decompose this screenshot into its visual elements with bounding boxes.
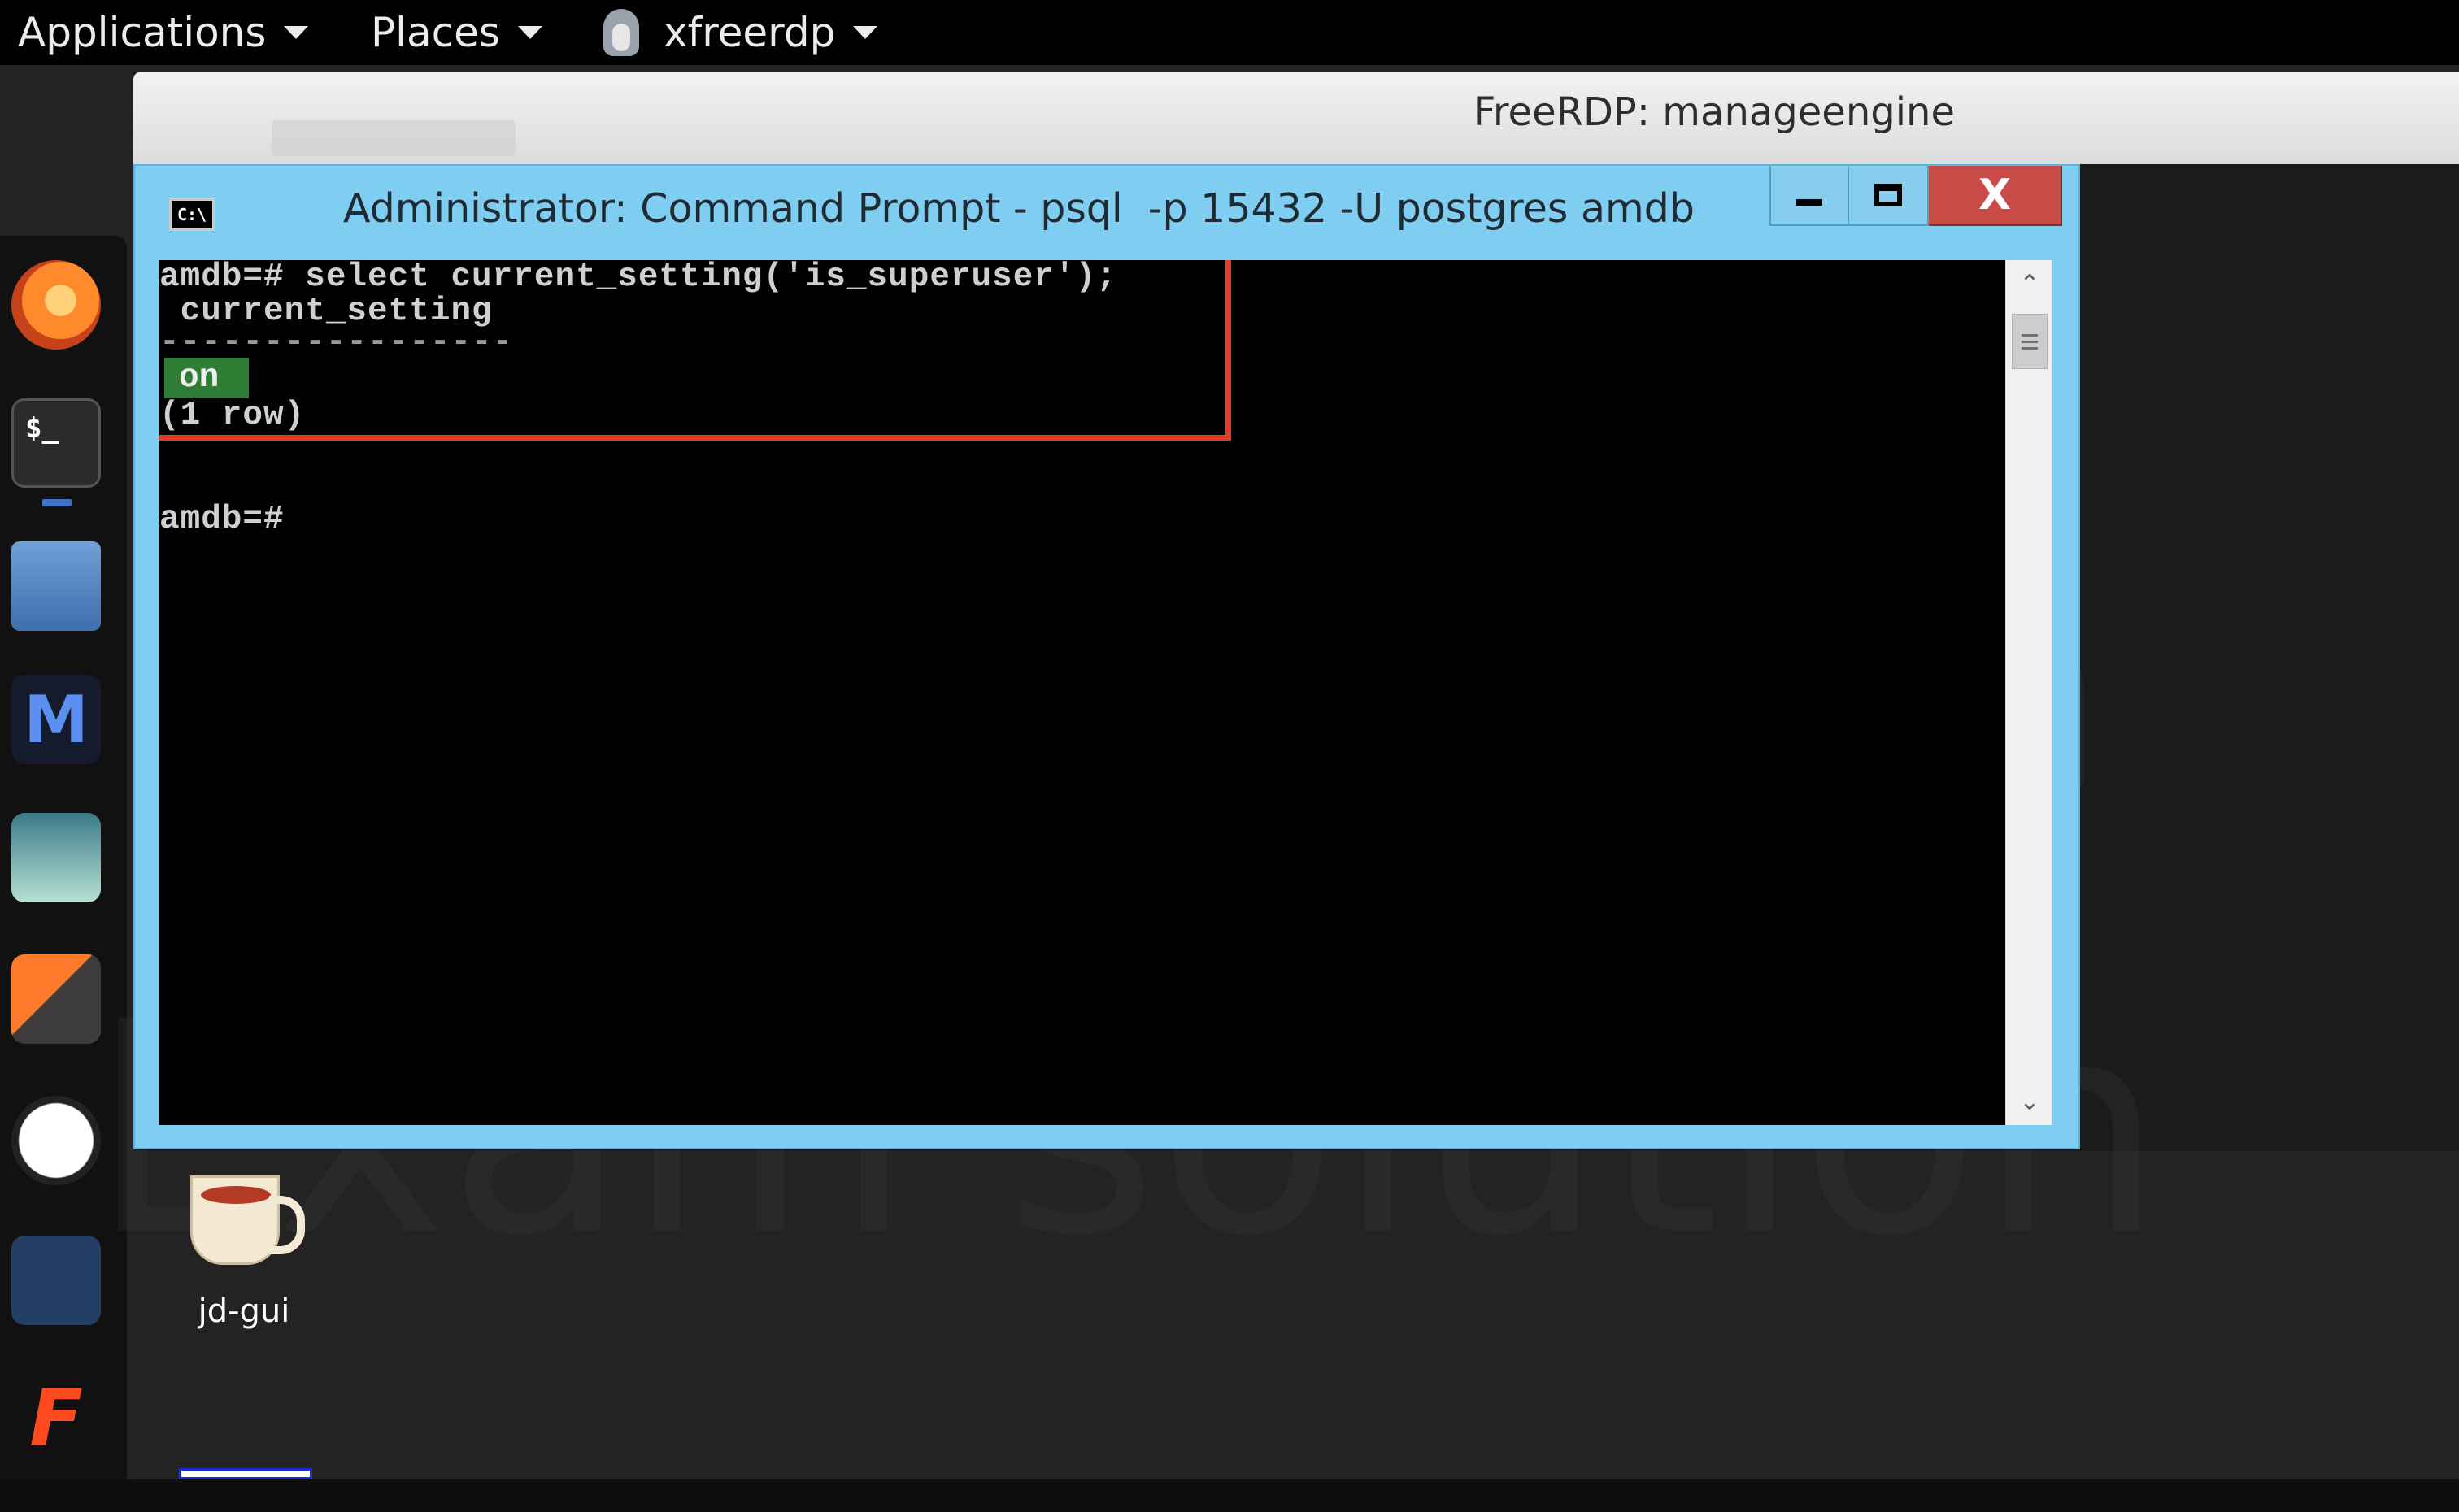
command-prompt-window: C:\ Administrator: Command Prompt - psql…: [133, 164, 2080, 1149]
chevron-down-icon: [517, 26, 542, 39]
minimize-icon: [1796, 199, 1822, 206]
cmd-window-title: Administrator: Command Prompt - psql -p …: [343, 185, 1695, 232]
folder-icon[interactable]: [11, 541, 101, 631]
scroll-up-arrow-icon[interactable]: ⌃: [2006, 260, 2053, 307]
command-prompt[interactable]: amdb=#: [159, 501, 285, 538]
app-menu-label: xfreerdp: [664, 9, 836, 56]
terminal-glyph: $_: [25, 412, 59, 445]
scroll-down-arrow-icon[interactable]: ⌄: [2006, 1078, 2053, 1125]
burpsuite-icon[interactable]: [11, 954, 101, 1044]
freerdp-titlebar[interactable]: FreeRDP: manageengine: [133, 72, 2459, 164]
freerdp-title: FreeRDP: manageengine: [1473, 89, 1955, 135]
faraday-glyph: F: [29, 1373, 83, 1464]
bottom-panel: [0, 1479, 2459, 1512]
armitage-icon[interactable]: [11, 813, 101, 902]
places-menu-label: Places: [371, 9, 500, 56]
scrollbar-thumb[interactable]: [2012, 314, 2048, 369]
faraday-icon[interactable]: F: [11, 1373, 101, 1464]
chevron-down-icon: [853, 26, 878, 39]
applications-menu[interactable]: Applications: [18, 0, 309, 65]
titlebar-ghost-tab: [272, 120, 516, 156]
app-menu[interactable]: xfreerdp: [603, 0, 878, 65]
running-indicator: [42, 499, 72, 506]
java-mug-icon: [190, 1175, 305, 1265]
dock: $_ M F: [0, 236, 127, 1479]
maximize-button[interactable]: [1849, 166, 1929, 226]
taskbar-item[interactable]: [179, 1468, 312, 1479]
places-menu[interactable]: Places: [371, 0, 542, 65]
top-panel: Applications Places xfreerdp: [0, 0, 2459, 65]
console-output[interactable]: amdb=# select current_setting('is_superu…: [159, 260, 2005, 1125]
close-button[interactable]: X: [1929, 166, 2062, 226]
vertical-scrollbar[interactable]: ⌃ ⌄: [2005, 260, 2052, 1125]
terminal-icon[interactable]: $_: [11, 398, 101, 488]
annotation-highlight-box: [159, 260, 1231, 441]
applications-menu-label: Applications: [18, 9, 267, 56]
beef-icon[interactable]: [11, 1236, 101, 1325]
penguin-icon: [603, 9, 639, 56]
desktop-icon-label: jd-gui: [198, 1293, 290, 1330]
firefox-icon[interactable]: [11, 260, 101, 350]
maximize-icon: [1874, 184, 1902, 206]
chevron-down-icon: [284, 26, 309, 39]
close-icon: X: [1978, 171, 2012, 219]
metasploit-glyph: M: [24, 681, 89, 758]
desktop-icon-jd-gui[interactable]: jd-gui: [163, 1146, 325, 1341]
maltego-icon[interactable]: [11, 1096, 101, 1185]
metasploit-icon[interactable]: M: [11, 675, 101, 764]
cmd-icon[interactable]: C:\: [169, 198, 215, 231]
minimize-button[interactable]: [1769, 166, 1849, 226]
